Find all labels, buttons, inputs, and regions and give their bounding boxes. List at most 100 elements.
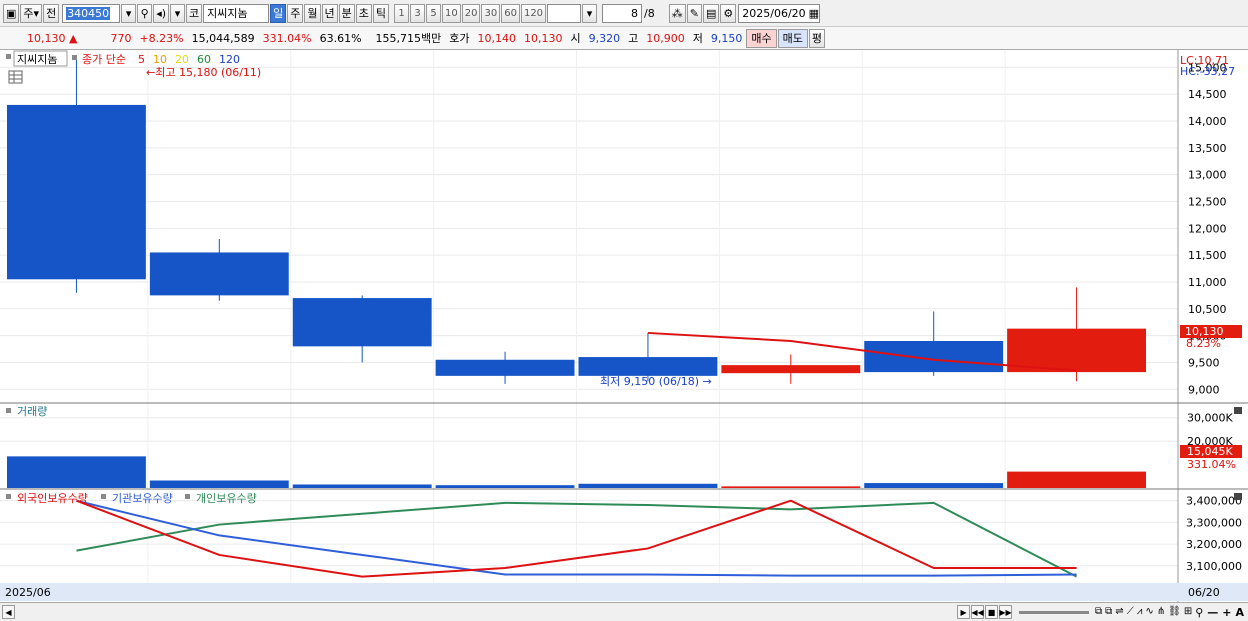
change-percent: +8.23%: [139, 31, 184, 45]
compare-icon[interactable]: ⧉: [1095, 607, 1102, 617]
chevron-down-icon: ▾: [125, 6, 132, 20]
candle-body: [149, 252, 289, 296]
ma-period-label[interactable]: 10: [153, 53, 167, 66]
ma-period-label[interactable]: 20: [175, 53, 189, 66]
mode-dropdown[interactable]: 주 ▾: [20, 3, 43, 23]
chart-scrollbar[interactable]: ◀ ▶ ◀◀ ■ ▶▶ ⧉ ⧉ ⇌ ⟋ ⩘ ∿ ⋔ ⛓ ⊞ ⚲ — + A: [0, 602, 1248, 621]
sell-button[interactable]: 매도: [777, 28, 808, 48]
date-field[interactable]: 2025/06/20 ▦: [738, 3, 821, 23]
volume-note: 15,044,589주(331.04%): [7, 419, 138, 432]
holding-legend-label: 외국인보유수량: [17, 492, 88, 505]
ma-period-label[interactable]: 60: [197, 53, 211, 66]
low-annotation: 최저 9,150 (06/18) →: [600, 375, 712, 388]
volume-bar: [149, 480, 289, 488]
line-tool-icon[interactable]: ⟋: [1127, 607, 1134, 617]
draw-button[interactable]: ✎: [686, 3, 702, 23]
volume-value: 15,044,589: [191, 31, 255, 45]
holding-tick-label: 3,400,000: [1186, 495, 1242, 508]
interval-button-10[interactable]: 10: [442, 3, 461, 23]
scroll-right-button[interactable]: ▶: [957, 605, 971, 619]
interval-button-20[interactable]: 20: [461, 3, 481, 23]
open-label: 시: [570, 32, 581, 45]
x-axis-end-label: 06/20: [1188, 586, 1220, 599]
up-triangle-icon: ▲: [69, 31, 78, 45]
save-button[interactable]: ▤: [702, 3, 720, 23]
panel-marker-icon: [6, 408, 11, 413]
interval-button-5[interactable]: 5: [426, 3, 442, 23]
holding-tick-label: 3,100,000: [1186, 560, 1242, 573]
stock-code-input[interactable]: 340450: [62, 3, 121, 23]
period-tab-6[interactable]: 틱: [372, 3, 390, 23]
interval-button-30[interactable]: 30: [481, 3, 501, 23]
holding-legend-label: 기관보유수량: [112, 492, 173, 505]
interval-dropdown[interactable]: ▾: [582, 3, 598, 23]
interval-button-60[interactable]: 60: [501, 3, 520, 23]
interval-button-1[interactable]: 1: [394, 3, 410, 23]
buy-button[interactable]: 매수: [746, 28, 777, 48]
rewind-button[interactable]: ◀◀: [971, 605, 985, 619]
interval-button-3[interactable]: 3: [410, 3, 426, 23]
ma-title[interactable]: 종가 단순: [82, 53, 126, 66]
count-input[interactable]: 8: [602, 3, 643, 23]
chevron-down-icon: ▾: [33, 6, 40, 20]
fib-tool-icon[interactable]: ⋔: [1157, 607, 1165, 617]
scroll-left-button[interactable]: ◀: [2, 605, 15, 619]
high-price: 10,900: [646, 31, 685, 45]
code-dropdown-button[interactable]: ▾: [121, 3, 137, 23]
period-tab-2[interactable]: 월: [304, 3, 321, 23]
quote-bar: 10,130 ▲ 770 +8.23% 15,044,589 331.04% 6…: [0, 27, 1248, 50]
zoom-slider[interactable]: [1019, 610, 1090, 614]
panel-close-icon[interactable]: [1234, 493, 1242, 500]
stock-tag: 지씨지놈: [17, 53, 57, 66]
stock-name-field[interactable]: 지씨지놈: [203, 3, 270, 23]
bid-price: 10,140: [477, 31, 517, 45]
link-tool-icon[interactable]: ⛓: [1168, 607, 1181, 617]
period-tab-0[interactable]: 일: [270, 3, 287, 23]
layout-icon[interactable]: ▣: [3, 3, 20, 23]
count-value: 8: [631, 6, 639, 20]
calendar-icon[interactable]: ▦: [809, 8, 819, 19]
trend-tool-icon[interactable]: ⩘: [1137, 607, 1143, 617]
prev-button[interactable]: 전: [43, 3, 60, 23]
chevron-down-icon: ▾: [174, 6, 181, 20]
candle-body: [864, 340, 1004, 373]
sync-icon[interactable]: ⇌: [1115, 607, 1123, 617]
interval-button-120[interactable]: 120: [520, 3, 547, 23]
font-size-icon[interactable]: A: [1235, 607, 1244, 618]
stock-chart[interactable]: 9,0009,50010,00010,50011,00011,50012,000…: [0, 50, 1248, 602]
wave-tool-icon[interactable]: ∿: [1145, 607, 1153, 617]
period-tab-3[interactable]: 년: [321, 3, 338, 23]
eval-button[interactable]: 평: [808, 28, 826, 48]
period-tab-1[interactable]: 주: [287, 3, 304, 23]
bid-label: 호가: [449, 32, 470, 45]
period-tab-5[interactable]: 초: [355, 3, 372, 23]
sound-dropdown[interactable]: ▾: [170, 3, 186, 23]
open-price: 9,320: [588, 31, 621, 45]
panel-marker-icon: [72, 55, 77, 60]
zoom-out-icon[interactable]: —: [1207, 607, 1218, 618]
market-button[interactable]: 코: [186, 3, 203, 23]
panel-close-icon[interactable]: [1234, 407, 1242, 414]
holding-tick-label: 3,200,000: [1186, 538, 1242, 551]
period-tab-4[interactable]: 분: [338, 3, 355, 23]
zoom-icon[interactable]: ⚲: [1195, 607, 1203, 618]
low-label: 저: [692, 32, 703, 45]
settings-button[interactable]: ⚙: [720, 3, 737, 23]
grid-tool-icon[interactable]: ⊞: [1184, 607, 1192, 617]
table-icon[interactable]: [8, 70, 23, 84]
stop-button[interactable]: ■: [985, 605, 999, 619]
ma-period-label[interactable]: 5: [138, 53, 145, 66]
sound-button[interactable]: ◂): [153, 3, 170, 23]
current-price: 10,130 ▲: [3, 32, 81, 45]
forward-button[interactable]: ▶▶: [999, 605, 1013, 619]
panel-marker-icon: [185, 494, 190, 499]
zoom-in-icon[interactable]: +: [1222, 607, 1231, 618]
panel-marker-icon: [6, 54, 11, 59]
current-price-value: 10,130: [27, 31, 66, 45]
link-button[interactable]: ⁂: [668, 3, 686, 23]
overlay-icon[interactable]: ⧉: [1105, 607, 1112, 617]
ma-period-label[interactable]: 120: [219, 53, 240, 66]
price-tick-label: 12,500: [1188, 195, 1227, 208]
search-button[interactable]: ⚲: [137, 3, 153, 23]
custom-interval-input[interactable]: [547, 3, 582, 23]
